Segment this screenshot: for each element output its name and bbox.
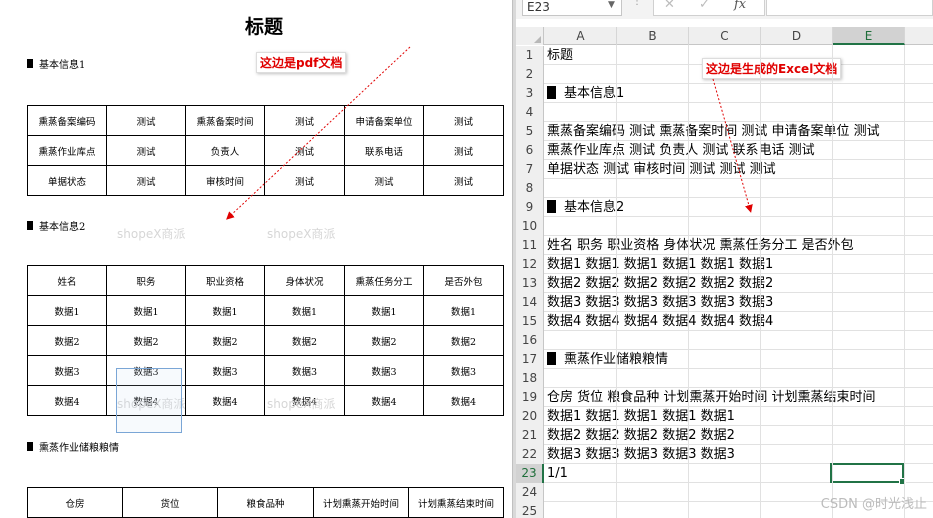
pdf-viewer-pane[interactable]: 标题 基本信息1 熏蒸备案编码 测试 熏蒸备案时间 测试 申请备案单位 测试 熏蒸作业库点测… xyxy=(0,0,512,518)
annotation-arrow-line xyxy=(226,46,411,220)
grid-line xyxy=(688,45,689,518)
annotation-arrow-line xyxy=(712,78,753,213)
grid-line xyxy=(616,45,617,518)
csdn-watermark: CSDN @时光浅止 xyxy=(820,497,927,512)
grid-line xyxy=(904,45,905,518)
annotation-arrow xyxy=(712,78,753,213)
grid-line xyxy=(760,45,761,518)
grid-line xyxy=(832,45,833,518)
annotation-arrow xyxy=(226,46,411,220)
excel-pane[interactable]: E23 ▼ ⋮ ✕ ✓ fx ABCDE 1 标题 2 3 基本信息1 4 5 熏蒸备案编码 … xyxy=(516,0,933,518)
